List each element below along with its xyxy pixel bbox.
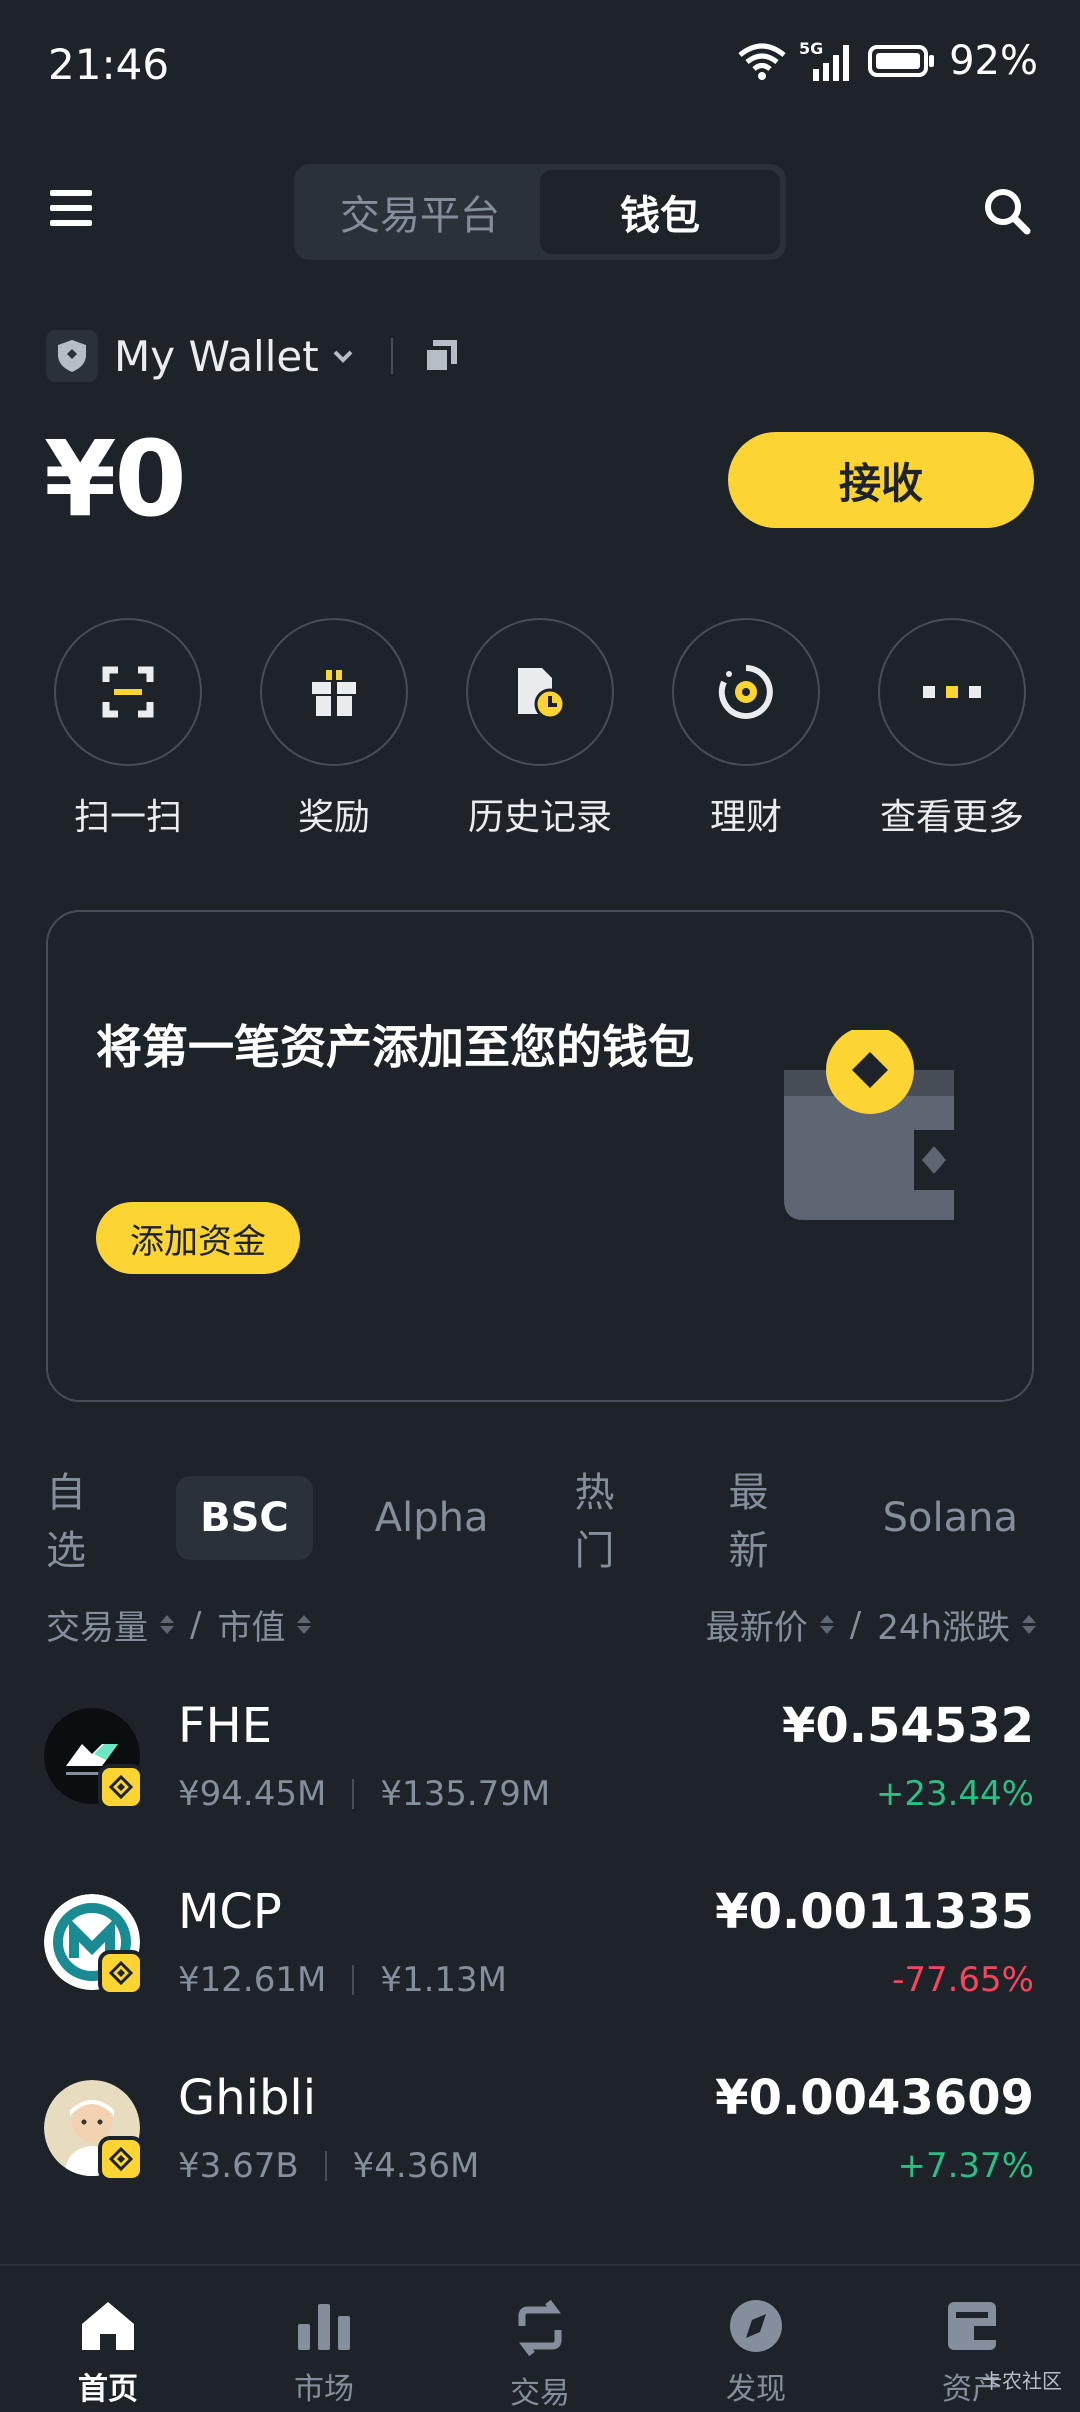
sort-price[interactable]: 最新价 bbox=[706, 1600, 808, 1649]
bnb-chain-icon bbox=[98, 1950, 144, 1996]
token-name: MCP bbox=[178, 1884, 282, 1940]
status-bar: 21:46 5G 92% bbox=[0, 0, 1080, 130]
tab-alpha[interactable]: Alpha bbox=[351, 1476, 513, 1560]
action-history[interactable]: 历史记录 bbox=[440, 618, 640, 840]
menu-icon[interactable] bbox=[50, 190, 92, 232]
sort-arrows-icon bbox=[1022, 1615, 1036, 1634]
token-name: FHE bbox=[178, 1698, 273, 1754]
wifi-icon bbox=[738, 43, 786, 80]
assets-icon bbox=[948, 2302, 996, 2350]
scan-icon bbox=[54, 618, 202, 766]
action-earn[interactable]: 理财 bbox=[646, 618, 846, 840]
token-row[interactable]: MCP ¥12.61M ¥1.13M ¥0.0011335 -77.65% bbox=[0, 1884, 1080, 2064]
copy-icon[interactable] bbox=[422, 338, 459, 374]
sort-mcap[interactable]: 市值 bbox=[217, 1600, 285, 1649]
shield-icon bbox=[46, 330, 98, 382]
token-volume: ¥3.67B bbox=[178, 2146, 299, 2186]
divider bbox=[390, 338, 393, 374]
tab-wallet[interactable]: 钱包 bbox=[540, 170, 780, 254]
token-change: +23.44% bbox=[875, 1774, 1034, 1814]
token-stats: ¥3.67B ¥4.36M bbox=[178, 2146, 479, 2186]
token-volume: ¥12.61M bbox=[178, 1960, 327, 2000]
nav-label: 发现 bbox=[726, 2372, 786, 2407]
sort-left-header: 交易量 / 市值 bbox=[46, 1600, 312, 1649]
sort-arrows-icon bbox=[297, 1615, 312, 1634]
token-stats: ¥94.45M ¥135.79M bbox=[178, 1774, 550, 1814]
tab-solana[interactable]: Solana bbox=[859, 1476, 1042, 1560]
tab-hot[interactable]: 热门 bbox=[550, 1470, 666, 1574]
wallet-illustration bbox=[784, 1030, 954, 1220]
token-mcap: ¥4.36M bbox=[352, 2146, 480, 2186]
chevron-down-icon bbox=[333, 350, 353, 363]
action-label: 奖励 bbox=[297, 797, 370, 838]
nav-label: 市场 bbox=[294, 2372, 354, 2407]
wallet-name: My Wallet bbox=[114, 331, 319, 381]
search-icon[interactable] bbox=[982, 186, 1032, 236]
battery-percent: 92% bbox=[949, 38, 1038, 84]
token-volume: ¥94.45M bbox=[178, 1774, 327, 1814]
action-label: 历史记录 bbox=[467, 797, 612, 838]
tab-new[interactable]: 最新 bbox=[705, 1470, 821, 1574]
token-price: ¥0.0043609 bbox=[715, 2070, 1034, 2126]
mode-switcher: 交易平台 钱包 bbox=[294, 164, 786, 260]
nav-label: 首页 bbox=[78, 2372, 138, 2407]
action-label: 理财 bbox=[709, 797, 782, 838]
sort-arrows-icon bbox=[160, 1615, 174, 1634]
action-more[interactable]: 查看更多 bbox=[852, 618, 1052, 840]
action-label: 查看更多 bbox=[879, 797, 1024, 838]
market-tabs: 自选 BSC Alpha 热门 最新 Solana bbox=[46, 1470, 1080, 1574]
bnb-chain-icon bbox=[98, 1764, 144, 1810]
battery-icon bbox=[868, 45, 935, 77]
token-name: Ghibli bbox=[178, 2070, 317, 2126]
token-price: ¥0.0011335 bbox=[715, 1884, 1034, 1940]
bottom-nav: 首页 市场 交易 发现 资产 bbox=[0, 2264, 1080, 2412]
token-row[interactable]: Ghibli ¥3.67B ¥4.36M ¥0.0043609 +7.37% bbox=[0, 2070, 1080, 2250]
discover-icon bbox=[730, 2300, 782, 2352]
action-label: 扫一扫 bbox=[73, 797, 182, 838]
token-change: -77.65% bbox=[892, 1960, 1034, 2000]
add-funds-card: 将第一笔资产添加至您的钱包 添加资金 bbox=[46, 910, 1034, 1402]
token-change: +7.37% bbox=[897, 2146, 1035, 2186]
status-time: 21:46 bbox=[48, 40, 170, 89]
token-price: ¥0.54532 bbox=[781, 1698, 1034, 1754]
status-icons: 5G 92% bbox=[737, 38, 1038, 84]
receive-button[interactable]: 接收 bbox=[728, 432, 1034, 528]
bnb-chain-icon bbox=[98, 2136, 144, 2182]
wallet-balance: ¥0 bbox=[44, 418, 187, 540]
sort-volume[interactable]: 交易量 bbox=[46, 1600, 148, 1649]
more-icon bbox=[878, 618, 1026, 766]
nav-home[interactable]: 首页 bbox=[0, 2266, 216, 2412]
market-icon bbox=[298, 2304, 350, 2350]
action-rewards[interactable]: 奖励 bbox=[234, 618, 434, 840]
action-scan[interactable]: 扫一扫 bbox=[28, 618, 228, 840]
network-type-label: 5G bbox=[799, 39, 823, 58]
cellular-signal-icon: 5G bbox=[799, 39, 850, 81]
nav-market[interactable]: 市场 bbox=[216, 2266, 432, 2412]
trade-icon bbox=[518, 2299, 562, 2357]
earn-icon bbox=[672, 618, 820, 766]
add-funds-button[interactable]: 添加资金 bbox=[96, 1202, 300, 1274]
wallet-home-screen: 21:46 5G 92% 交易平台 钱包 My Wallet ¥0 接收 扫一扫… bbox=[0, 0, 1080, 2412]
token-row[interactable]: FHE ¥94.45M ¥135.79M ¥0.54532 +23.44% bbox=[0, 1698, 1080, 1878]
token-mcap: ¥1.13M bbox=[380, 1960, 507, 2000]
tab-exchange[interactable]: 交易平台 bbox=[300, 170, 540, 254]
history-icon bbox=[466, 618, 614, 766]
token-mcap: ¥135.79M bbox=[380, 1774, 551, 1814]
tab-watchlist[interactable]: 自选 bbox=[22, 1470, 138, 1574]
nav-label: 交易 bbox=[510, 2376, 570, 2411]
card-title: 将第一笔资产添加至您的钱包 bbox=[96, 1020, 694, 1074]
home-icon bbox=[82, 2302, 134, 2350]
sort-change[interactable]: 24h涨跌 bbox=[877, 1600, 1010, 1649]
nav-trade[interactable]: 交易 bbox=[432, 2266, 648, 2412]
token-stats: ¥12.61M ¥1.13M bbox=[178, 1960, 507, 2000]
watermark: 卡农社区 bbox=[982, 2369, 1062, 2393]
gift-icon bbox=[260, 618, 408, 766]
sort-arrows-icon bbox=[819, 1615, 834, 1634]
sort-right-header: 最新价 / 24h涨跌 bbox=[706, 1600, 1036, 1649]
nav-discover[interactable]: 发现 bbox=[648, 2266, 864, 2412]
tab-bsc[interactable]: BSC bbox=[176, 1476, 313, 1560]
wallet-selector[interactable]: My Wallet bbox=[46, 330, 459, 382]
